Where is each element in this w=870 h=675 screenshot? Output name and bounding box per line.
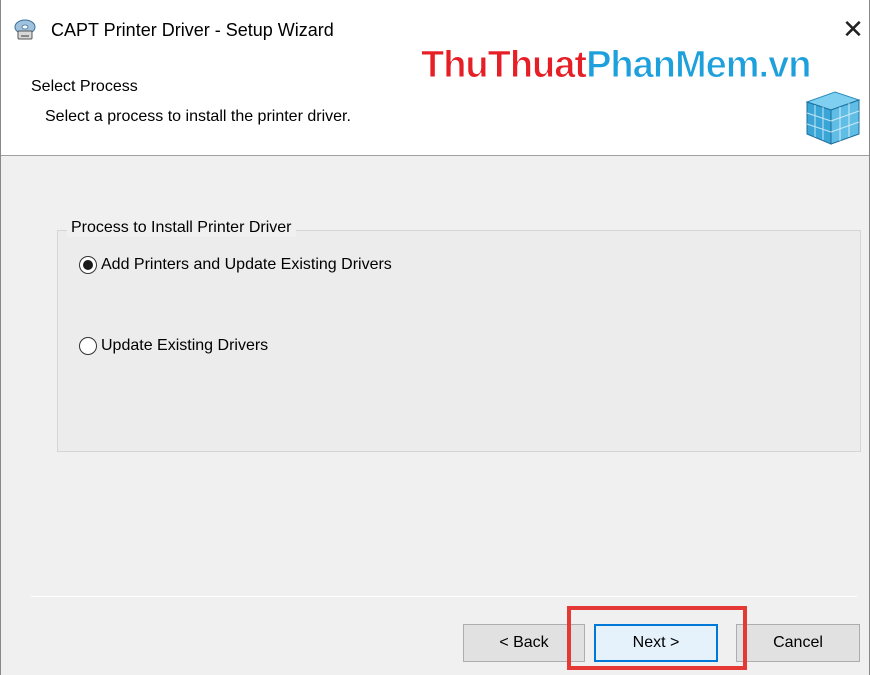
printer-disc-icon bbox=[14, 19, 36, 40]
radio-label-update-drivers: Update Existing Drivers bbox=[101, 337, 269, 354]
page-title: Select Process bbox=[31, 78, 138, 95]
radio-add-printers[interactable]: Add Printers and Update Existing Drivers bbox=[79, 256, 392, 274]
watermark-part-1: ThuThuat bbox=[420, 44, 587, 87]
radio-update-drivers[interactable]: Update Existing Drivers bbox=[79, 337, 268, 355]
next-button[interactable]: Next > bbox=[594, 624, 718, 662]
footer-separator bbox=[31, 596, 857, 597]
cancel-button[interactable]: Cancel bbox=[736, 624, 860, 662]
radio-button-unchecked[interactable] bbox=[79, 337, 97, 355]
page-subtitle: Select a process to install the printer … bbox=[45, 108, 351, 125]
back-button[interactable]: < Back bbox=[463, 624, 585, 662]
cube-logo-icon bbox=[805, 91, 861, 145]
window-title: CAPT Printer Driver - Setup Wizard bbox=[51, 20, 334, 40]
watermark-part-3: .vn bbox=[758, 44, 812, 87]
group-legend: Process to Install Printer Driver bbox=[67, 219, 296, 237]
radio-button-checked[interactable] bbox=[79, 256, 97, 274]
watermark-part-2: PhanMem bbox=[586, 44, 760, 87]
close-icon[interactable]: ✕ bbox=[837, 14, 869, 46]
setup-wizard-window: CAPT Printer Driver - Setup Wizard ✕ Sel… bbox=[0, 0, 870, 675]
radio-label-add-printers: Add Printers and Update Existing Drivers bbox=[101, 256, 392, 273]
watermark-logo: ThuThuatPhanMem.vn bbox=[420, 44, 812, 87]
